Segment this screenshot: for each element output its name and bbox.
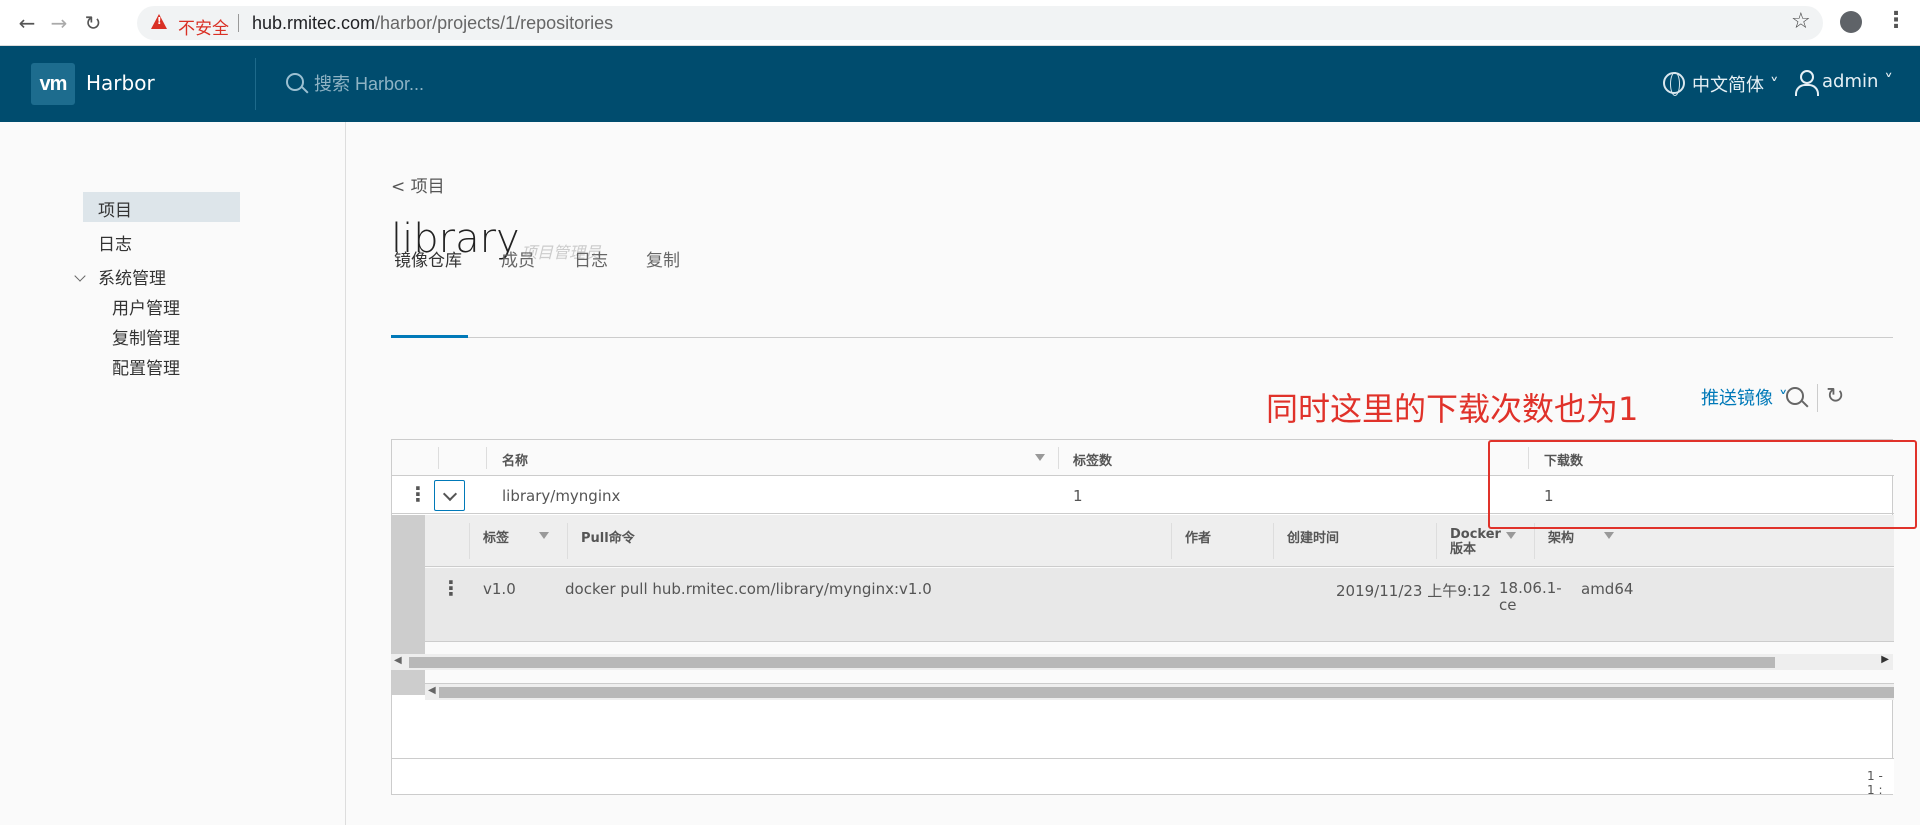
architecture: amd64 — [1581, 580, 1634, 598]
created-time: 2019/11/23 上午9:12 — [1336, 582, 1491, 600]
column-pull-command[interactable]: Pull命令 — [581, 527, 635, 546]
url-path: /harbor/projects/1/repositories — [375, 13, 614, 33]
browser-menu-icon[interactable]: ⋮ — [1885, 8, 1907, 33]
user-dropdown[interactable]: admin ˅ — [1822, 71, 1893, 92]
column-separator — [567, 523, 568, 559]
tab-repositories[interactable]: 镜像仓库 — [394, 246, 462, 271]
push-image-button[interactable]: 推送镜像 ˅ — [1701, 384, 1788, 410]
sidebar: 项目 日志 系统管理 用户管理 复制管理 配置管理 — [0, 122, 346, 825]
vm-logo[interactable]: vm — [31, 63, 75, 105]
tab-logs[interactable]: 日志 — [574, 246, 608, 271]
search-icon[interactable] — [1786, 387, 1804, 405]
address-separator — [238, 14, 239, 32]
reload-icon[interactable]: ↻ — [80, 10, 106, 36]
column-author[interactable]: 作者 — [1185, 527, 1211, 546]
insecure-label[interactable]: 不安全 — [178, 14, 229, 39]
tab-replication[interactable]: 复制 — [646, 246, 680, 271]
table-footer: 1 - 1 : — [392, 758, 1894, 797]
sidebar-item-configuration[interactable]: 配置管理 — [112, 354, 180, 379]
sidebar-item-logs[interactable]: 日志 — [98, 230, 132, 255]
url-host: hub.rmitec.com — [252, 13, 376, 33]
pull-command[interactable]: docker pull hub.rmitec.com/library/myngi… — [565, 580, 932, 598]
globe-icon[interactable] — [1663, 72, 1685, 96]
column-tag[interactable]: 标签 — [483, 527, 509, 546]
search-icon — [286, 73, 304, 91]
forward-icon[interactable]: → — [46, 10, 72, 36]
header-divider — [255, 58, 256, 110]
scroll-left-icon[interactable]: ◀ — [428, 685, 436, 696]
chevron-down-icon[interactable] — [74, 270, 86, 282]
tag-count: 1 — [1073, 487, 1083, 505]
column-separator — [486, 447, 487, 469]
filter-icon[interactable] — [539, 532, 549, 539]
language-dropdown[interactable]: 中文简体 ˅ — [1692, 71, 1779, 97]
user-icon[interactable] — [1795, 70, 1819, 96]
column-arch[interactable]: 架构 — [1548, 527, 1574, 546]
column-separator — [438, 447, 439, 469]
brand-name[interactable]: Harbor — [86, 71, 155, 95]
scrollbar-thumb[interactable] — [409, 657, 1775, 668]
column-docker-version[interactable]: Docker版本 — [1450, 527, 1506, 557]
scroll-right-icon[interactable]: ▶ — [1881, 654, 1889, 665]
tab-members[interactable]: 成员 — [501, 246, 535, 271]
docker-version: 18.06.1-ce — [1499, 579, 1562, 614]
column-separator — [1273, 523, 1274, 559]
table-row[interactable]: ⋮ v1.0 docker pull hub.rmitec.com/librar… — [425, 568, 1894, 642]
sidebar-item-admin[interactable]: 系统管理 — [98, 264, 166, 289]
filter-icon[interactable] — [1506, 532, 1516, 539]
app-header: vm Harbor 中文简体 ˅ admin ˅ — [0, 46, 1920, 122]
annotation-text: 同时这里的下载次数也为1 — [1266, 390, 1639, 428]
horizontal-scrollbar[interactable]: ◀ — [425, 683, 1894, 700]
scroll-left-icon[interactable]: ◀ — [394, 655, 402, 666]
address-bar[interactable]: 不安全 hub.rmitec.com/harbor/projects/1/rep… — [137, 6, 1823, 40]
back-icon[interactable]: ← — [14, 10, 40, 36]
tag-name: v1.0 — [483, 580, 516, 598]
expand-row-button[interactable] — [434, 480, 465, 511]
tab-bar — [391, 302, 1893, 338]
column-name[interactable]: 名称 — [502, 450, 528, 469]
column-separator — [1058, 447, 1059, 469]
sidebar-item-projects[interactable]: 项目 — [83, 192, 240, 222]
column-created[interactable]: 创建时间 — [1287, 527, 1339, 546]
browser-toolbar: ← → ↻ 不安全 hub.rmitec.com/harbor/projects… — [0, 0, 1920, 46]
refresh-icon[interactable]: ↻ — [1826, 384, 1844, 409]
scrollbar-thumb[interactable] — [439, 687, 1894, 698]
active-tab-indicator — [391, 335, 468, 338]
filter-icon[interactable] — [1604, 532, 1614, 539]
sidebar-item-users[interactable]: 用户管理 — [112, 294, 180, 319]
warning-icon[interactable] — [151, 14, 167, 29]
repo-name-link[interactable]: library/mynginx — [502, 487, 620, 505]
profile-icon[interactable] — [1840, 11, 1862, 33]
url-text[interactable]: hub.rmitec.com/harbor/projects/1/reposit… — [252, 13, 613, 34]
column-separator — [1171, 523, 1172, 559]
horizontal-scrollbar[interactable]: ◀ ▶ — [391, 654, 1893, 670]
toolbar-divider — [1817, 384, 1818, 412]
filter-icon[interactable] — [1035, 454, 1045, 461]
annotation-highlight-box — [1488, 440, 1917, 529]
sidebar-item-replication[interactable]: 复制管理 — [112, 324, 180, 349]
pagination-info: 1 - 1 : — [1867, 769, 1883, 797]
column-separator — [469, 523, 470, 559]
column-tags[interactable]: 标签数 — [1073, 450, 1112, 469]
back-to-projects-link[interactable]: < 项目 — [391, 172, 445, 197]
bookmark-star-icon[interactable]: ☆ — [1791, 9, 1811, 34]
row-actions-icon[interactable]: ⋮ — [408, 482, 428, 506]
column-separator — [1436, 523, 1437, 559]
row-actions-icon[interactable]: ⋮ — [441, 576, 461, 600]
global-search-input[interactable] — [314, 71, 714, 97]
